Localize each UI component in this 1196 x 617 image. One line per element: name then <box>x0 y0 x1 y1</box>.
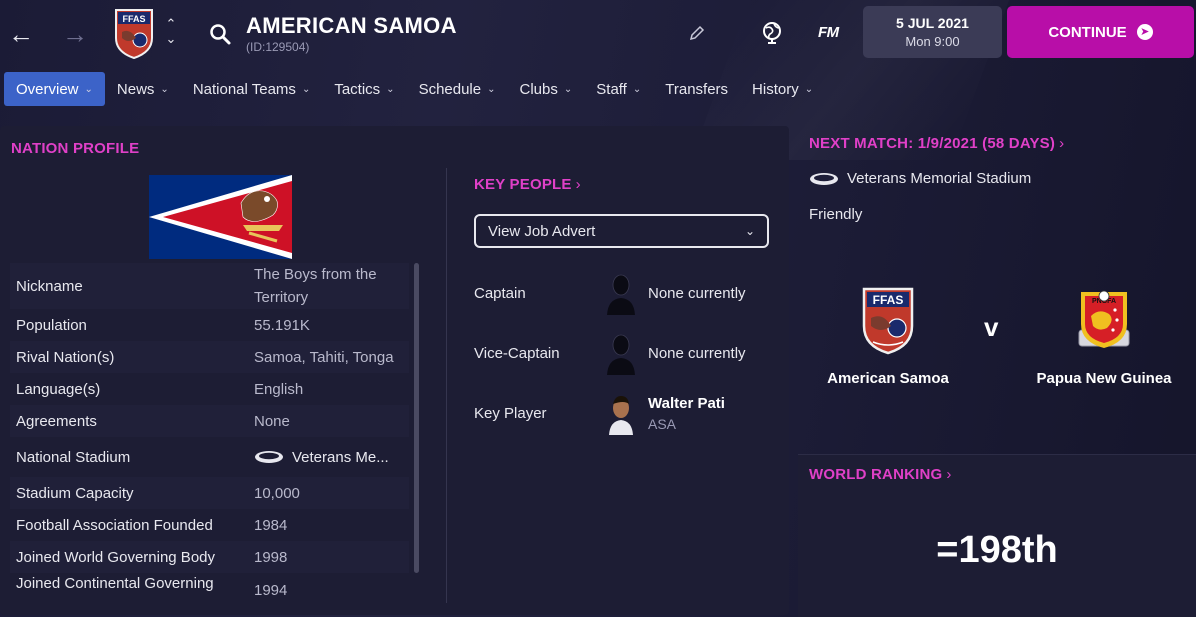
next-match-panel: NEXT MATCH: 1/9/2021 (58 DAYS) › Veterans… <box>798 126 1196 448</box>
job-advert-label: View Job Advert <box>488 222 596 240</box>
profile-row-stadium-capacity: Stadium Capacity 10,000 <box>10 477 409 509</box>
svg-text:FFAS: FFAS <box>122 14 145 24</box>
profile-row-nickname: Nickname The Boys from the Territory <box>10 263 409 309</box>
key-player-nation: ASA <box>648 415 677 432</box>
tab-bar: Overview ⌄ News ⌄ National Teams ⌄ Tactics ⌄… <box>4 72 825 106</box>
versus-label: v <box>984 312 999 342</box>
fm-logo[interactable]: FM <box>818 24 839 41</box>
chevron-down-icon: ⌄ <box>160 83 169 95</box>
away-team[interactable]: PNGFA Papua New Guinea <box>1024 286 1184 387</box>
person-silhouette-icon <box>607 274 635 315</box>
home-team[interactable]: FFAS American Samoa <box>808 286 968 387</box>
chevron-down-icon: ⌄ <box>632 83 642 95</box>
svg-text:FFAS: FFAS <box>873 293 904 307</box>
profile-row-rival-nations: Rival Nation(s) Samoa, Tahiti, Tonga <box>10 341 409 373</box>
person-silhouette-icon <box>607 334 635 375</box>
continue-label: CONTINUE <box>1048 23 1127 41</box>
panel-divider <box>446 168 447 603</box>
stadium-icon <box>810 172 838 185</box>
american-samoa-flag <box>149 175 292 259</box>
chevron-down-icon: ⌄ <box>487 83 496 95</box>
key-people-title[interactable]: KEY PEOPLE › <box>474 176 581 193</box>
american-samoa-crest-icon: FFAS <box>862 287 914 355</box>
continue-button[interactable]: CONTINUE ➤ <box>1007 6 1194 58</box>
key-person-captain: Captain None currently <box>474 269 774 317</box>
chevron-down-icon: ⌄ <box>386 83 395 95</box>
current-time: Mon 9:00 <box>905 34 960 49</box>
edit-pencil-icon[interactable] <box>688 24 706 42</box>
chevron-right-icon: › <box>1059 135 1065 152</box>
overview-panel: NATION PROFILE Nickname The Boys from th… <box>0 126 789 615</box>
world-ranking-title[interactable]: WORLD RANKING › <box>809 466 952 483</box>
profile-row-population: Population 55.191K <box>10 309 409 341</box>
home-team-name[interactable]: American Samoa <box>808 370 968 387</box>
tab-schedule[interactable]: Schedule ⌄ <box>407 72 508 106</box>
profile-row-joined-continental-body: Joined Continental Governing 1994 <box>10 573 409 605</box>
world-ranking-value: =198th <box>936 529 1058 571</box>
continue-arrow-icon: ➤ <box>1136 24 1153 40</box>
chevron-down-icon: ⌄ <box>84 83 93 95</box>
key-player-name[interactable]: Walter Pati <box>648 395 725 412</box>
chevron-right-icon: › <box>575 176 581 193</box>
next-match-venue[interactable]: Veterans Memorial Stadium <box>809 170 1031 187</box>
stadium-icon <box>255 451 283 463</box>
team-switcher-arrows[interactable]: ⌃ ⌄ <box>162 16 180 50</box>
job-advert-dropdown[interactable]: View Job Advert ⌄ <box>474 214 769 248</box>
world-globe-icon[interactable] <box>760 20 784 44</box>
profile-row-national-stadium[interactable]: National Stadium Veterans Me... <box>10 437 409 477</box>
chevron-down-icon: ⌄ <box>563 83 573 95</box>
key-person-vice-captain: Vice-Captain None currently <box>474 329 774 377</box>
profile-row-fa-founded: Football Association Founded 1984 <box>10 509 409 541</box>
tab-national-teams[interactable]: National Teams ⌄ <box>181 72 323 106</box>
american-samoa-crest-icon[interactable]: FFAS <box>112 8 156 60</box>
player-photo[interactable] <box>606 391 636 435</box>
tab-history[interactable]: History ⌄ <box>740 72 825 106</box>
national-stadium-link[interactable]: Veterans Me... <box>292 446 389 469</box>
current-date: 5 JUL 2021 <box>896 15 969 31</box>
key-person-key-player[interactable]: Key Player Walter Pati ASA <box>474 389 774 437</box>
chevron-right-icon: › <box>946 466 952 483</box>
page-title: AMERICAN SAMOA <box>246 13 457 38</box>
profile-scrollbar[interactable] <box>414 263 419 573</box>
header-bar: ← → FFAS ⌃ ⌄ AMERICAN SAMOA (ID:129504) F… <box>0 0 1196 66</box>
tab-tactics[interactable]: Tactics ⌄ <box>322 72 406 106</box>
profile-row-languages: Language(s) English <box>10 373 409 405</box>
back-arrow-icon[interactable]: ← <box>8 20 36 48</box>
chevron-down-icon: ⌄ <box>301 83 311 95</box>
nation-profile-table: Nickname The Boys from the Territory Pop… <box>10 263 409 605</box>
away-team-name[interactable]: Papua New Guinea <box>1024 370 1184 387</box>
world-ranking-panel: WORLD RANKING › =198th <box>798 454 1196 617</box>
next-match-competition: Friendly <box>809 206 863 223</box>
profile-row-joined-world-body: Joined World Governing Body 1998 <box>10 541 409 573</box>
chevron-down-icon: ⌄ <box>744 224 755 238</box>
date-time-box[interactable]: 5 JUL 2021 Mon 9:00 <box>863 6 1002 58</box>
tab-transfers[interactable]: Transfers <box>653 72 740 106</box>
tab-news[interactable]: News ⌄ <box>105 72 181 106</box>
papua-new-guinea-crest-icon: PNGFA <box>1078 290 1130 348</box>
forward-arrow-icon[interactable]: → <box>62 20 90 48</box>
chevron-down-icon: ⌄ <box>804 83 814 95</box>
tab-clubs[interactable]: Clubs ⌄ <box>508 72 585 106</box>
search-icon[interactable] <box>208 22 232 46</box>
tab-staff[interactable]: Staff ⌄ <box>584 72 653 106</box>
tab-overview[interactable]: Overview ⌄ <box>4 72 105 106</box>
nation-profile-title: NATION PROFILE <box>11 140 140 157</box>
nation-id: (ID:129504) <box>246 40 310 54</box>
profile-row-agreements: Agreements None <box>10 405 409 437</box>
next-match-title[interactable]: NEXT MATCH: 1/9/2021 (58 DAYS) › <box>809 135 1064 152</box>
